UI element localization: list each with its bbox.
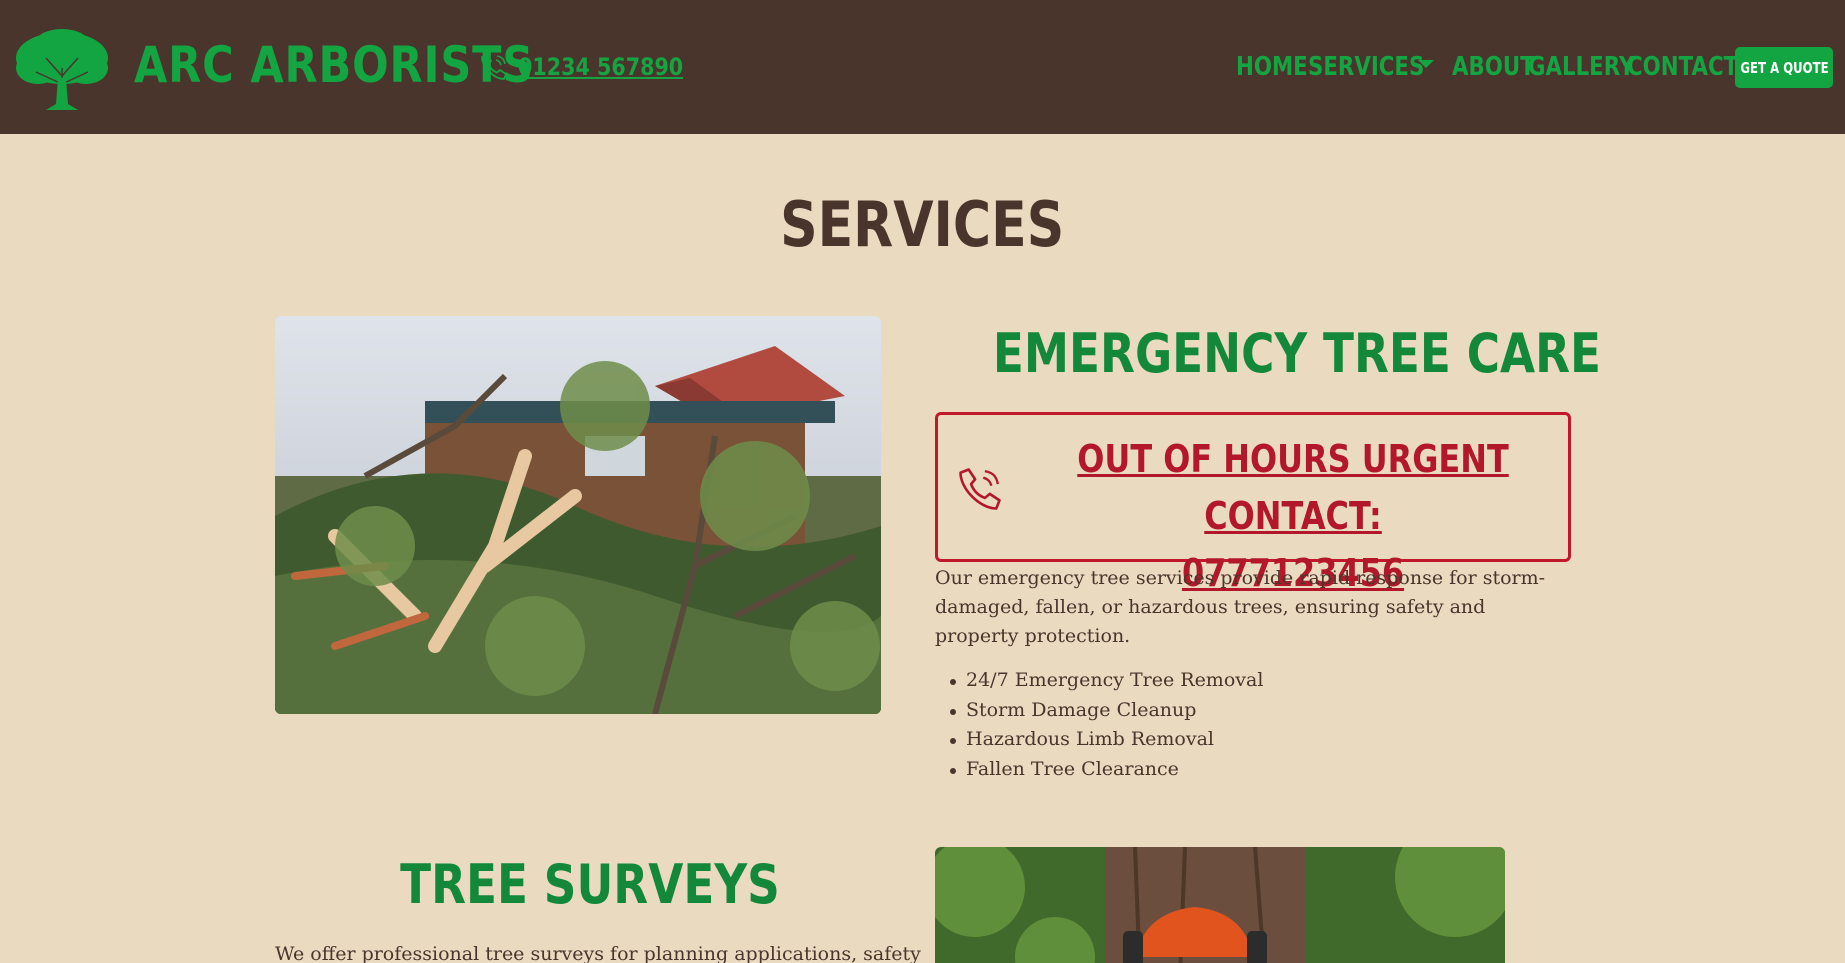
arborist-photo (935, 847, 1505, 963)
brand-name[interactable]: ARC ARBORISTS (134, 36, 534, 94)
emergency-description: Our emergency tree services provide rapi… (935, 567, 1546, 647)
tree-surveys-description: We offer professional tree surveys for p… (275, 943, 921, 963)
list-item: Fallen Tree Clearance (950, 755, 1263, 785)
get-a-quote-button[interactable]: GET A QUOTE (1735, 47, 1833, 88)
urgent-contact-box[interactable]: OUT OF HOURS URGENT CONTACT: 0777123456 (935, 412, 1571, 595)
site-header: ARC ARBORISTS 01234 567890 HOME SERVICES… (0, 0, 1845, 134)
list-item: 24/7 Emergency Tree Removal (950, 666, 1263, 696)
chevron-down-icon[interactable] (1418, 60, 1434, 68)
storm-damage-photo (275, 316, 881, 714)
tree-surveys-title: TREE SURVEYS (400, 853, 780, 916)
get-a-quote-label: GET A QUOTE (1739, 58, 1829, 77)
nav-contact[interactable]: CONTACT (1627, 52, 1738, 82)
nav-gallery[interactable]: GALLERY (1528, 52, 1634, 82)
list-item: Hazardous Limb Removal (950, 725, 1263, 755)
page-title: SERVICES (780, 188, 1065, 261)
urgent-contact-label: OUT OF HOURS URGENT CONTACT: (1077, 437, 1509, 538)
emergency-features-list: 24/7 Emergency Tree Removal Storm Damage… (950, 666, 1263, 784)
phone-icon (481, 54, 507, 80)
nav-about[interactable]: ABOUT (1452, 52, 1535, 82)
header-phone-link[interactable]: 01234 567890 (518, 53, 683, 81)
emergency-title: EMERGENCY TREE CARE (992, 322, 1602, 385)
header-phone[interactable]: 01234 567890 (478, 50, 710, 84)
nav-home[interactable]: HOME (1236, 52, 1308, 82)
list-item: Storm Damage Cleanup (950, 696, 1263, 726)
phone-icon (959, 468, 1001, 510)
nav-services[interactable]: SERVICES (1308, 52, 1424, 82)
tree-logo-icon[interactable] (12, 28, 112, 112)
